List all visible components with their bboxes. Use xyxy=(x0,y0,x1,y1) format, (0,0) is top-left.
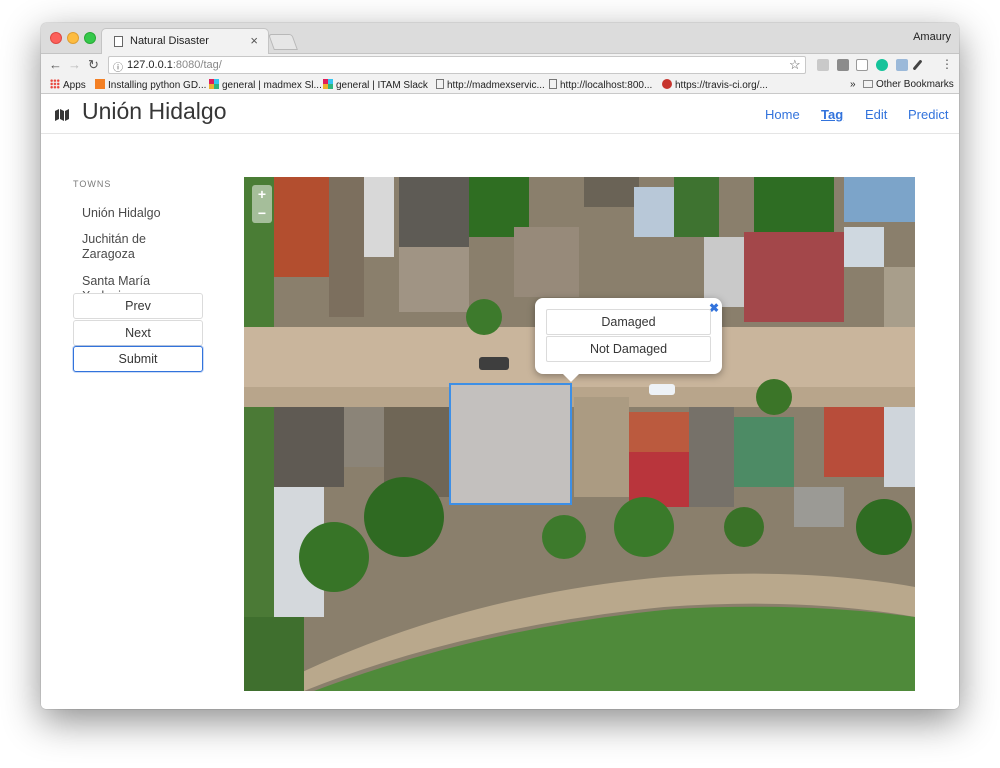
extension-icon[interactable] xyxy=(896,59,908,71)
town-item[interactable]: Juchitán de Zaragoza xyxy=(82,232,192,262)
zoom-out-button[interactable]: − xyxy=(252,204,272,223)
tab-close-icon[interactable]: × xyxy=(250,33,258,48)
travis-icon xyxy=(662,79,672,89)
menu-icon[interactable]: ⋮ xyxy=(941,57,953,71)
folder-icon xyxy=(863,80,873,88)
bookmark-item[interactable]: general | madmex Sl... xyxy=(209,79,322,91)
minimize-window-button[interactable] xyxy=(67,32,79,44)
tag-popup: ✖ Damaged Not Damaged xyxy=(535,298,722,382)
new-tab-button[interactable] xyxy=(268,34,298,50)
page-content: Unión Hidalgo Home Tag Edit Predict TOWN… xyxy=(41,95,959,709)
aerial-imagery xyxy=(244,177,915,691)
prev-button[interactable]: Prev xyxy=(73,293,203,319)
close-window-button[interactable] xyxy=(50,32,62,44)
bookmark-folder[interactable]: Other Bookmarks xyxy=(863,79,954,90)
town-item[interactable]: Unión Hidalgo xyxy=(82,206,192,221)
page-icon xyxy=(436,79,444,89)
bookmark-item[interactable]: http://localhost:800... xyxy=(549,79,652,91)
address-bar: ← → ↻ ⓘ 127.0.0.1:8080/tag/ ☆ ⋮ xyxy=(41,54,959,76)
nav-edit[interactable]: Edit xyxy=(865,107,887,122)
tab-title: Natural Disaster xyxy=(130,35,209,47)
bookmarks-overflow-button[interactable]: » xyxy=(850,79,856,90)
zoom-in-button[interactable]: + xyxy=(252,185,272,204)
reload-icon[interactable]: ↻ xyxy=(88,57,99,73)
url-input[interactable]: ⓘ 127.0.0.1:8080/tag/ ☆ xyxy=(108,56,806,74)
page-icon xyxy=(114,36,123,47)
bookmark-item[interactable]: http://madmexservic... xyxy=(436,79,545,91)
damaged-button[interactable]: Damaged xyxy=(546,309,711,335)
apps-grid-icon xyxy=(50,79,60,89)
slack-icon xyxy=(209,79,219,89)
tab-strip: Natural Disaster × Amaury xyxy=(41,23,959,54)
info-icon[interactable]: ⓘ xyxy=(113,59,123,74)
extension-icon[interactable] xyxy=(817,59,829,71)
grammarly-icon[interactable] xyxy=(876,59,888,71)
back-arrow-icon[interactable]: ← xyxy=(49,57,62,72)
page-icon xyxy=(549,79,557,89)
nav-tag[interactable]: Tag xyxy=(821,107,843,122)
app-navbar: Unión Hidalgo Home Tag Edit Predict xyxy=(41,95,959,134)
url-path: :8080/tag/ xyxy=(172,59,222,71)
nav-home[interactable]: Home xyxy=(765,107,800,122)
eyedropper-icon[interactable] xyxy=(912,59,923,71)
bookmark-item[interactable]: Installing python GD... xyxy=(95,79,206,91)
nav-predict[interactable]: Predict xyxy=(908,107,948,122)
bookmark-item[interactable]: general | ITAM Slack xyxy=(323,79,428,91)
aerial-map[interactable]: + − ✖ Damaged Not Damaged xyxy=(244,177,915,691)
zoom-window-button[interactable] xyxy=(84,32,96,44)
not-damaged-button[interactable]: Not Damaged xyxy=(546,336,711,362)
slack-icon xyxy=(323,79,333,89)
bookmark-item[interactable]: https://travis-ci.org/... xyxy=(662,79,768,91)
bookmark-star-icon[interactable]: ☆ xyxy=(789,57,801,73)
browser-window: Natural Disaster × Amaury ← → ↻ ⓘ 127.0.… xyxy=(41,23,959,709)
submit-button[interactable]: Submit xyxy=(73,346,203,372)
next-button[interactable]: Next xyxy=(73,320,203,346)
profile-name[interactable]: Amaury xyxy=(913,31,951,43)
bookmarks-bar: Apps Installing python GD... general | m… xyxy=(41,76,959,94)
map-icon xyxy=(55,109,69,121)
towns-label: TOWNS xyxy=(73,179,112,189)
zoom-control: + − xyxy=(252,185,272,223)
extension-icon[interactable] xyxy=(856,59,868,71)
page-title: Unión Hidalgo xyxy=(82,98,227,124)
bookmark-item[interactable]: Apps xyxy=(50,79,86,91)
selected-building-polygon[interactable] xyxy=(449,383,572,505)
browser-tab[interactable]: Natural Disaster × xyxy=(101,28,269,54)
url-host: 127.0.0.1 xyxy=(127,59,173,71)
forward-arrow-icon[interactable]: → xyxy=(68,57,81,72)
extension-icon[interactable] xyxy=(837,59,849,71)
stack-overflow-icon xyxy=(95,79,105,89)
